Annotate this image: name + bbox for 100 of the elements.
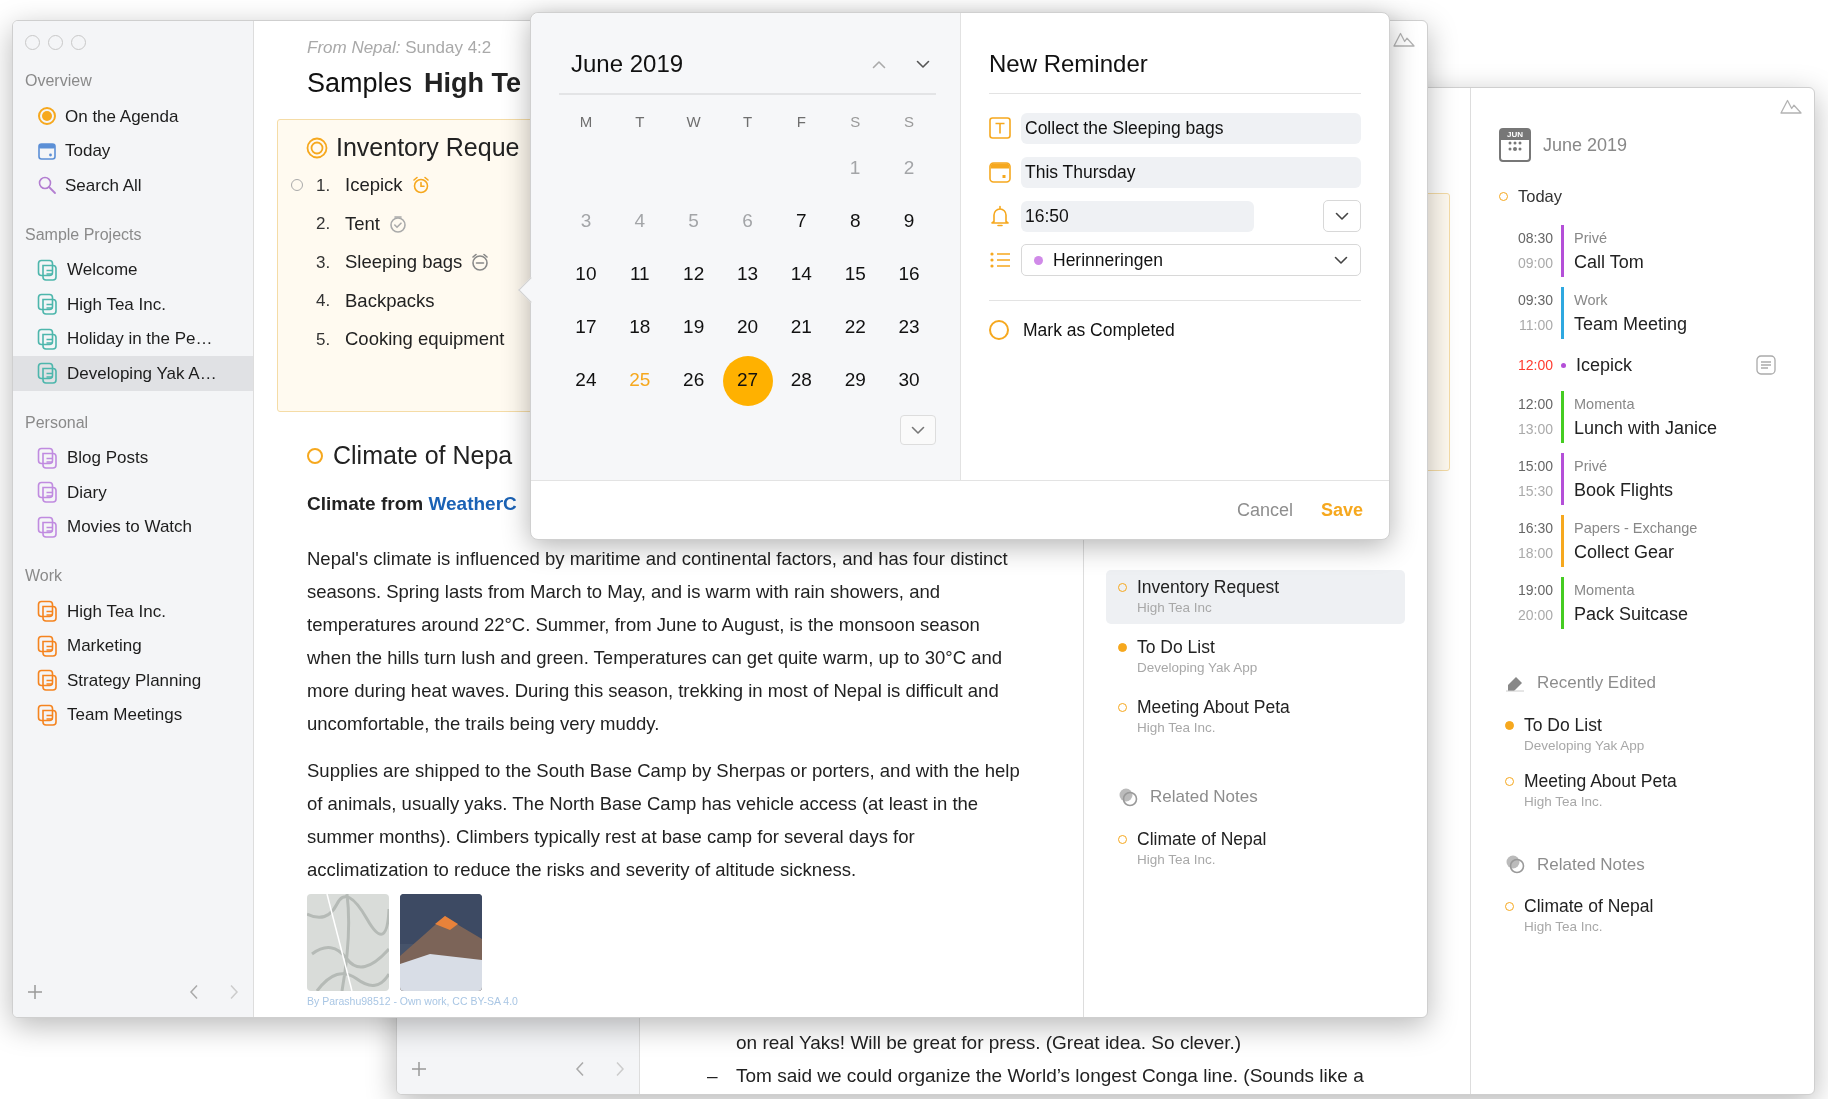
start-time: 15:00 <box>1517 457 1553 476</box>
calendar-day[interactable]: 23 <box>884 302 935 353</box>
hollow-circle-icon <box>307 448 323 464</box>
weekday-label: T <box>741 112 754 132</box>
calendar-day[interactable]: 17 <box>560 302 611 353</box>
notebook-name: High Tea Inc. <box>1137 850 1216 869</box>
sidebar-item[interactable]: Developing Yak A… <box>13 356 253 391</box>
section-header: Overview <box>25 71 93 91</box>
calendar-day[interactable]: 18 <box>614 302 665 353</box>
calendar-day[interactable]: 30 <box>884 355 935 406</box>
sidebar-item[interactable]: Search All <box>13 168 253 203</box>
month-title: June 2019 <box>571 49 684 79</box>
calendar-day[interactable]: 16 <box>884 249 935 300</box>
note-title: Climate of Nepal <box>1524 895 1654 917</box>
reminder-item[interactable]: 12:00 Icepick <box>1499 344 1786 386</box>
section-title: Climate of Nepa <box>333 440 513 472</box>
weekday-label: M <box>578 112 594 132</box>
calendar-event[interactable]: 16:30 18:00 Papers - Exchange Collect Gear <box>1499 510 1786 572</box>
calendar-day[interactable]: 12 <box>668 249 719 300</box>
calendar-day[interactable]: 8 <box>830 196 881 247</box>
month-title: June 2019 <box>1543 133 1628 157</box>
calendar-day[interactable]: 22 <box>830 302 881 353</box>
end-time: 20:00 <box>1517 606 1553 625</box>
sidebar-item[interactable]: Today <box>13 133 253 168</box>
weekday-label: S <box>849 112 862 132</box>
calendar-event[interactable]: 15:00 15:30 Privé Book Flights <box>1499 448 1786 510</box>
calendar-day[interactable]: 27 <box>722 355 773 406</box>
calendar-icon <box>37 140 57 161</box>
event-title: Book Flights <box>1574 479 1674 502</box>
calendar-day[interactable]: 21 <box>776 302 827 353</box>
date-field[interactable]: This Thursday <box>1021 156 1361 188</box>
calendar-day[interactable]: 11 <box>614 249 665 300</box>
calendar-day[interactable]: 24 <box>560 355 611 406</box>
note-item[interactable]: Climate of Nepal High Tea Inc. <box>1499 891 1786 941</box>
time-field[interactable]: 16:50 <box>1021 200 1254 232</box>
note-item[interactable]: To Do List Developing Yak App <box>1106 630 1405 684</box>
calendar-day[interactable]: 9 <box>884 196 935 247</box>
calendar-day[interactable]: 10 <box>560 249 611 300</box>
link[interactable]: WeatherC <box>428 493 517 514</box>
note-item[interactable]: Meeting About Peta High Tea Inc. <box>1499 765 1786 816</box>
note-item[interactable]: Climate of Nepal High Tea Inc. <box>1106 821 1405 876</box>
calendar-day[interactable]: 29 <box>830 355 881 406</box>
icon-month-label: JUN <box>1501 130 1529 140</box>
calendar-day[interactable]: 28 <box>776 355 827 406</box>
chevron-down-icon <box>1335 211 1349 221</box>
note-item[interactable]: Meeting About Peta High Tea Inc. <box>1106 690 1405 744</box>
calendar-event[interactable]: 09:30 11:00 Work Team Meeting <box>1499 282 1786 344</box>
chevron-right-icon <box>229 983 239 1000</box>
sidebar-item[interactable]: Movies to Watch <box>13 509 253 544</box>
weekday-label: W <box>685 112 702 132</box>
start-time: 12:00 <box>1517 395 1553 414</box>
calendar-day[interactable]: 26 <box>668 355 719 406</box>
sidebar-item[interactable]: Marketing <box>13 628 253 663</box>
calendar-name: Momenta <box>1574 581 1636 600</box>
notebook-name: Developing Yak App <box>1524 736 1645 755</box>
note-title: Meeting About Peta <box>1137 696 1290 718</box>
popover-title: New Reminder <box>989 49 1148 79</box>
chevron-down-icon <box>911 425 925 435</box>
notebook-name: High Tea Inc. <box>1137 719 1216 737</box>
calendar-day[interactable]: 20 <box>722 302 773 353</box>
note-title: To Do List <box>1137 636 1215 658</box>
sidebar-item[interactable]: High Tea Inc. <box>13 594 253 629</box>
notebook-name: High Tea Inc <box>1137 599 1212 617</box>
sidebar-item[interactable]: Strategy Planning <box>13 663 253 698</box>
search-icon <box>37 175 57 196</box>
calendar-event[interactable]: 12:00 13:00 Momenta Lunch with Janice <box>1499 386 1786 448</box>
event-title: Collect Gear <box>1574 541 1676 564</box>
time-dropdown-button[interactable] <box>1323 200 1361 232</box>
note-item[interactable]: To Do List Developing Yak App <box>1499 709 1786 760</box>
calendar-day[interactable]: 7 <box>776 196 827 247</box>
sidebar-item[interactable]: High Tea Inc. <box>13 287 253 322</box>
task-label: Sleeping bags <box>345 250 463 275</box>
list-select[interactable]: Herinneringen <box>1021 244 1361 276</box>
calendar-event[interactable]: 08:30 09:00 Privé Call Tom <box>1499 220 1786 282</box>
sidebar-item[interactable]: Diary <box>13 475 253 510</box>
task-label: Tent <box>345 211 380 236</box>
sidebar-item[interactable]: Welcome <box>13 252 253 287</box>
start-time: 08:30 <box>1517 229 1553 248</box>
calendar-day[interactable]: 14 <box>776 249 827 300</box>
calendar-icon <box>989 161 1011 183</box>
note-item[interactable]: Inventory Request High Tea Inc <box>1106 570 1405 624</box>
task-label: Cooking equipment <box>345 327 505 352</box>
expand-button[interactable] <box>900 415 936 445</box>
calendar-name: Privé <box>1574 457 1609 476</box>
sidebar-item[interactable]: On the Agenda <box>13 99 253 134</box>
end-time: 09:00 <box>1517 254 1553 273</box>
triangle-icon <box>1780 98 1802 114</box>
day-label: Today <box>1518 185 1563 207</box>
calendar-event[interactable]: 19:00 20:00 Momenta Pack Suitcase <box>1499 572 1786 634</box>
target-icon <box>37 106 57 127</box>
calendar-day[interactable]: 15 <box>830 249 881 300</box>
mark-completed-checkbox[interactable]: Mark as Completed <box>989 317 1175 344</box>
sidebar-item[interactable]: Holiday in the Pe… <box>13 321 253 356</box>
sidebar-item[interactable]: Blog Posts <box>13 440 253 475</box>
note-title: Meeting About Peta <box>1524 769 1677 792</box>
sidebar-item[interactable]: Team Meetings <box>13 697 253 732</box>
title-field[interactable]: Collect the Sleeping bags <box>1021 112 1361 144</box>
calendar-day[interactable]: 13 <box>722 249 773 300</box>
section-title: Related Notes <box>1150 786 1258 808</box>
calendar-day[interactable]: 19 <box>668 302 719 353</box>
